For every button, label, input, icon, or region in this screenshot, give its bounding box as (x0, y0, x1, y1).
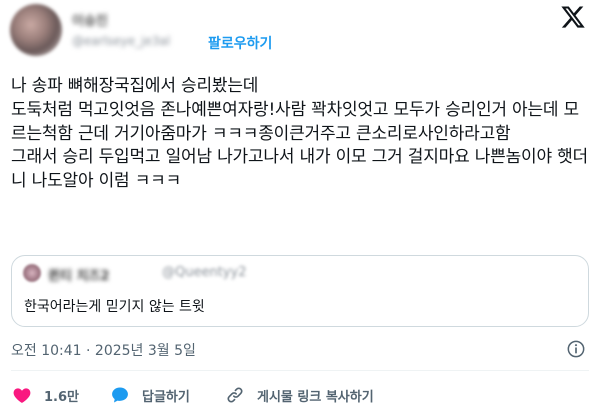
divider (11, 370, 589, 371)
action-bar: 1.6만 답글하기 게시물 링크 복사하기 (0, 382, 600, 408)
reply-bubble-icon (112, 387, 128, 403)
quote-author-name: 퀸티 치즈2 (48, 269, 110, 284)
tweet-text: 나 송파 뼈해장국집에서 승리봤는데 도둑처럼 먹고잇엇음 존나예쁜여자랑!사람… (11, 76, 588, 192)
quote-author-handle: @Queentyy2 (162, 265, 247, 280)
author-handle[interactable]: @earlseye_je3al (72, 34, 170, 48)
follow-button[interactable]: 팔로우하기 (208, 33, 272, 53)
quote-avatar (23, 264, 41, 282)
quote-text: 한국어라는게 믿기지 않는 트윗 (24, 299, 205, 315)
like-button[interactable]: 1.6만 (12, 382, 79, 408)
reply-button[interactable]: 답글하기 (110, 382, 190, 408)
tweet-header: 이승진 @earlseye_je3al 팔로우하기 (0, 0, 600, 62)
quoted-tweet[interactable]: 퀸티 치즈2 @Queentyy2 한국어라는게 믿기지 않는 트윗 (11, 255, 589, 327)
copy-link-label: 게시물 링크 복사하기 (257, 389, 374, 405)
info-icon[interactable] (566, 339, 586, 359)
like-count: 1.6만 (44, 389, 79, 405)
x-logo-icon[interactable] (560, 4, 586, 30)
heart-icon (13, 388, 31, 403)
reply-label: 답글하기 (142, 389, 190, 405)
link-icon (227, 387, 243, 403)
author-name[interactable]: 이승진 (72, 10, 108, 29)
timestamp[interactable]: 오전 10:41 · 2025년 3월 5일 (11, 340, 196, 360)
avatar[interactable] (10, 4, 62, 56)
copy-link-button[interactable]: 게시물 링크 복사하기 (225, 382, 374, 408)
